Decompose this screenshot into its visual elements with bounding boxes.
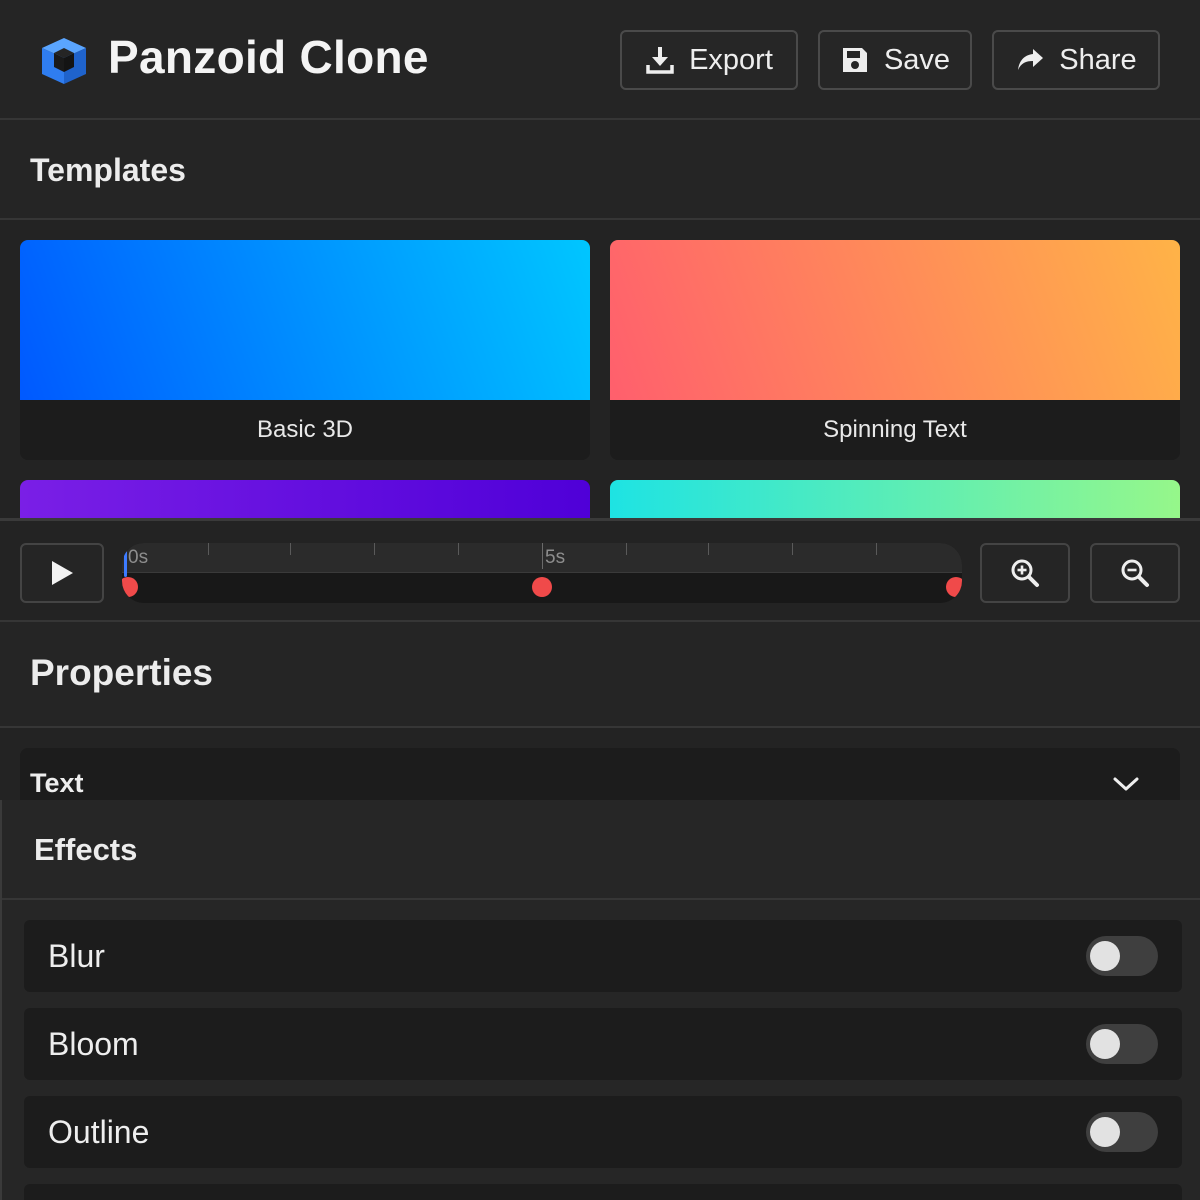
zoom-out-button[interactable] <box>1090 543 1180 603</box>
timeline-track[interactable]: 0s 5s <box>122 543 962 603</box>
ruler-tick <box>208 543 209 555</box>
share-arrow-icon <box>1018 49 1044 70</box>
template-thumbnail <box>610 480 1180 518</box>
download-icon <box>646 47 674 74</box>
keyframe-start[interactable] <box>122 577 138 597</box>
text-section-label: Text <box>30 768 84 798</box>
template-label: Spinning Text <box>823 416 967 443</box>
template-card-3[interactable] <box>20 480 590 518</box>
templates-grid: Basic 3D Spinning Text <box>0 220 1200 518</box>
properties-title: Properties <box>30 652 214 693</box>
save-label: Save <box>883 43 951 76</box>
share-label: Share <box>1059 43 1137 76</box>
ruler-tick <box>876 543 877 555</box>
ruler-tick <box>626 543 627 555</box>
effect-label: Blur <box>48 938 105 974</box>
templates-title: Templates <box>30 152 186 188</box>
properties-header: Properties <box>0 622 1200 728</box>
ruler-tick <box>792 543 793 555</box>
template-thumbnail <box>20 240 590 400</box>
toggle-knob <box>1090 1117 1120 1147</box>
zoom-in-icon <box>1011 559 1039 587</box>
effect-row-outline: Outline <box>24 1096 1182 1168</box>
effects-panel: Effects Blur Bloom Outline <box>0 800 1200 1200</box>
effect-row-bloom: Bloom <box>24 1008 1182 1080</box>
playhead[interactable] <box>124 551 127 577</box>
chevron-down-icon[interactable] <box>1112 774 1140 794</box>
template-card-4[interactable] <box>610 480 1180 518</box>
templates-header: Templates <box>0 120 1200 220</box>
zoom-in-button[interactable] <box>980 543 1070 603</box>
tick-label-5s: 5s <box>545 547 566 568</box>
template-card-spinning-text[interactable]: Spinning Text <box>610 240 1180 460</box>
bloom-toggle[interactable] <box>1086 1024 1158 1064</box>
effect-label: Outline <box>48 1114 150 1150</box>
share-button[interactable]: Share <box>992 30 1160 90</box>
ruler-tick <box>708 543 709 555</box>
effect-row-partial <box>24 1184 1182 1200</box>
effects-header: Effects <box>2 800 1200 900</box>
zoom-out-icon <box>1121 559 1149 587</box>
ruler-tick <box>374 543 375 555</box>
export-label: Export <box>689 43 773 76</box>
text-section-toggle[interactable] <box>20 748 1180 808</box>
timeline-bar: 0s 5s <box>0 518 1200 622</box>
toggle-knob <box>1090 1029 1120 1059</box>
toggle-knob <box>1090 941 1120 971</box>
floppy-disk-icon <box>842 48 867 72</box>
properties-panel: Text <box>0 728 1200 808</box>
ruler-tick <box>458 543 459 555</box>
template-label: Basic 3D <box>256 416 354 443</box>
tick-label-0s: 0s <box>128 547 149 568</box>
cube-icon <box>42 38 86 84</box>
effect-row-blur: Blur <box>24 920 1182 992</box>
play-button[interactable] <box>20 543 104 603</box>
outline-toggle[interactable] <box>1086 1112 1158 1152</box>
app-title: Panzoid Clone <box>108 31 429 83</box>
effect-label: Bloom <box>48 1026 139 1062</box>
play-icon <box>52 561 73 585</box>
template-thumbnail <box>20 480 590 518</box>
keyframe-middle[interactable] <box>532 577 552 597</box>
app-header: Panzoid Clone Export Save Share <box>0 0 1200 120</box>
ruler-tick <box>290 543 291 555</box>
template-card-basic-3d[interactable]: Basic 3D <box>20 240 590 460</box>
save-button[interactable]: Save <box>818 30 972 90</box>
blur-toggle[interactable] <box>1086 936 1158 976</box>
export-button[interactable]: Export <box>620 30 798 90</box>
keyframe-end[interactable] <box>946 577 962 597</box>
timeline-ruler: 0s 5s <box>122 543 962 573</box>
template-thumbnail <box>610 240 1180 400</box>
effects-title: Effects <box>34 832 138 867</box>
ruler-tick <box>542 543 543 569</box>
